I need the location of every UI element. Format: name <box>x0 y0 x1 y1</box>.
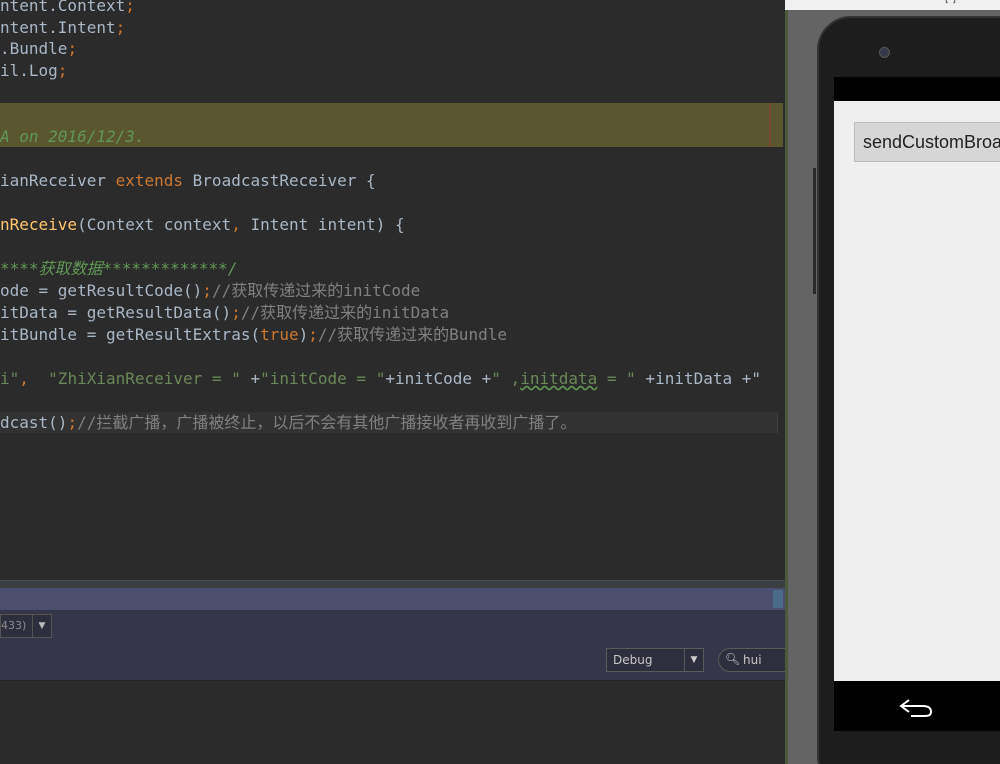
code-line[interactable]: dcast();//拦截广播，广播被终止，以后不会有其他广播接收者再收到广播了。 <box>0 412 576 434</box>
code-token: ) <box>298 325 309 344</box>
code-token: BroadcastReceiver { <box>183 171 376 190</box>
code-token: "ZhiXianReceiver = " <box>48 369 241 388</box>
code-token: il.Log <box>0 61 58 80</box>
logcat-output-panel <box>0 681 785 764</box>
code-token: //获取传递过来的initCode <box>211 281 421 300</box>
code-token: ; <box>125 0 135 15</box>
code-token: ; <box>308 325 318 344</box>
code-token: initdata <box>520 369 598 388</box>
code-line[interactable]: itBundle = getResultExtras(true);//获取传递过… <box>0 324 507 346</box>
search-icon: 🔍︎ <box>725 652 741 666</box>
code-token: //拦截广播，广播被终止，以后不会有其他广播接收者再收到广播了。 <box>77 413 577 432</box>
code-token: //获取传递过来的Bundle <box>317 325 507 344</box>
device-selector-text: 433) <box>1 619 27 632</box>
code-token: ; <box>57 61 68 80</box>
emulator-window: [ ] sendCustomBroa <box>785 0 1000 764</box>
code-token: ianReceiver <box>0 171 116 190</box>
code-token: , <box>231 215 241 234</box>
logcat-tool-header[interactable] <box>0 588 785 610</box>
code-line[interactable]: ode = getResultCode();//获取传递过来的initCode <box>0 280 420 302</box>
code-token: .Bundle <box>0 39 68 58</box>
banner-marker <box>769 103 771 147</box>
code-line[interactable]: ianReceiver extends BroadcastReceiver { <box>0 170 376 192</box>
phone-screen <box>834 77 1000 681</box>
code-line[interactable]: nReceive(Context context, Intent intent)… <box>0 214 405 236</box>
chevron-down-icon[interactable]: ▼ <box>684 649 703 671</box>
code-token: ; <box>202 281 212 300</box>
code-token: ; <box>231 303 241 322</box>
camera-icon <box>879 47 890 58</box>
device-selector[interactable]: 433) ▼ <box>0 614 52 638</box>
code-token: , <box>19 369 49 388</box>
code-line[interactable]: ntent.Context; <box>0 0 135 17</box>
emulator-title-dots: [ ] <box>945 0 956 5</box>
code-token: nReceive <box>0 215 78 234</box>
code-token: = " <box>597 369 636 388</box>
code-editor[interactable]: ntent.Context; ntent.Intent; .Bundle; il.Lo… <box>0 0 785 580</box>
emulator-titlebar: [ ] <box>785 0 1000 10</box>
code-token: ****获取数据*************/ <box>0 259 238 278</box>
code-token: Intent intent) { <box>240 215 405 234</box>
code-token: ntent.Intent <box>0 18 116 37</box>
code-token: dcast() <box>0 413 68 432</box>
code-token: ; <box>67 413 78 432</box>
status-bar <box>834 77 1000 101</box>
app-content <box>834 101 1000 681</box>
code-line[interactable]: i", "ZhiXianReceiver = " +"initCode = "+… <box>0 368 761 390</box>
phone-side-button <box>813 168 816 294</box>
log-level-select[interactable]: Debug ▼ <box>606 648 704 672</box>
send-custom-broadcast-button[interactable]: sendCustomBroa <box>854 122 1000 162</box>
code-token: "initCode = " <box>260 369 386 388</box>
code-token: ; <box>115 18 126 37</box>
code-token: +initCode + <box>385 369 492 388</box>
code-token: (Context context <box>77 215 232 234</box>
code-line[interactable]: A on 2016/12/3. <box>0 126 145 148</box>
code-token: i" <box>0 369 20 388</box>
code-token: ; <box>67 39 78 58</box>
code-token: //获取传递过来的initData <box>240 303 450 322</box>
code-token: true <box>260 325 299 344</box>
logcat-search-input[interactable]: 🔍︎ hui <box>718 648 785 672</box>
back-icon[interactable] <box>897 694 937 720</box>
code-line[interactable]: il.Log; <box>0 60 67 82</box>
code-token: A on 2016/12/3. <box>0 127 145 146</box>
emulator-border <box>785 10 788 764</box>
chevron-down-icon[interactable]: ▼ <box>32 615 51 637</box>
code-token: + <box>240 369 261 388</box>
logcat-search-value: hui <box>743 653 762 667</box>
code-line[interactable]: ntent.Intent; <box>0 17 125 39</box>
code-token: ntent.Context <box>0 0 126 15</box>
code-token: " , <box>491 369 521 388</box>
code-line[interactable]: itData = getResultData();//获取传递过来的initDa… <box>0 302 449 324</box>
code-token: extends <box>115 171 184 190</box>
code-token: ode = getResultCode() <box>0 281 203 300</box>
code-line[interactable]: .Bundle; <box>0 38 77 60</box>
code-line[interactable]: ****获取数据*************/ <box>0 258 237 280</box>
code-token: itBundle = getResultExtras( <box>0 325 261 344</box>
header-tip <box>773 590 783 608</box>
code-token: +initData +" <box>635 369 762 388</box>
log-level-value: Debug <box>613 653 653 667</box>
ide-window: ntent.Context; ntent.Intent; .Bundle; il.Lo… <box>0 0 785 764</box>
code-token: itData = getResultData() <box>0 303 232 322</box>
